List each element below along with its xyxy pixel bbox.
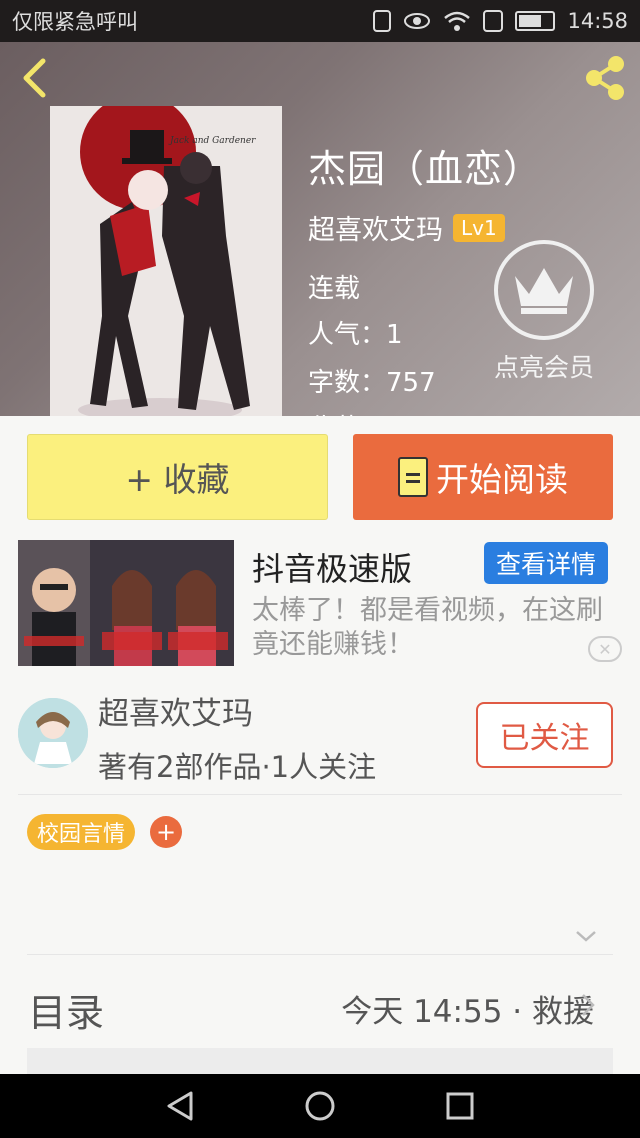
share-icon [586,56,624,100]
book-cover[interactable]: Jack and Gardener [50,106,282,416]
status-bar: 仅限紧急呼叫 14:58 [0,0,640,42]
recents-square-icon[interactable] [443,1089,477,1123]
system-nav-bar [0,1074,640,1138]
book-favorites: 收藏：0 [308,408,403,416]
book-header: Jack and Gardener 杰园（血恋） 超喜欢艾玛 Lv1 连载 人气… [0,42,640,416]
back-button[interactable] [14,56,54,100]
add-tag-button[interactable]: + [150,816,182,848]
level-badge: Lv1 [453,213,505,242]
eye-icon [404,13,431,29]
toc-latest-chapter[interactable]: 今天 14:55 · 救援 [341,986,594,1031]
start-reading-label: 开始阅读 [436,460,568,499]
ad-close-button[interactable]: ✕ [588,636,622,662]
plus-icon: + [155,818,177,846]
ad-image[interactable] [18,540,234,666]
chevron-right-icon [582,994,595,1016]
author-avatar[interactable] [18,698,88,768]
divider [27,954,613,955]
book-author[interactable]: 超喜欢艾玛 [308,208,443,247]
toc-arrow[interactable] [578,992,598,1018]
author-card-stats: 著有2部作品·1人关注 [98,750,377,784]
toc-label[interactable]: 目录 [28,982,104,1037]
ad-description: 太棒了！都是看视频，在这刷竟还能赚钱！ [252,595,603,660]
expand-button[interactable] [574,926,598,946]
close-icon: ✕ [598,639,612,659]
share-button[interactable] [580,54,630,102]
author-card-name[interactable]: 超喜欢艾玛 [98,688,253,733]
content-strip [27,1048,613,1074]
book-icon [398,457,428,497]
back-triangle-icon[interactable] [163,1089,197,1123]
avatar-image [18,698,88,768]
divider [18,794,622,795]
book-popularity: 人气：1 [308,320,403,350]
vibrate-icon [373,10,392,32]
start-reading-button[interactable]: 开始阅读 [353,434,613,520]
battery-icon [515,11,556,31]
sim-icon [483,10,504,32]
ad-thumbnail [18,540,234,666]
carrier-text: 仅限紧急呼叫 [12,10,138,34]
vip-label: 点亮会员 [493,353,594,382]
wifi-icon [444,11,471,31]
cover-caption: Jack and Gardener [170,136,256,146]
crown-icon [515,268,573,314]
book-status: 连载 [308,274,361,304]
collect-button[interactable]: + 收藏 [27,434,328,520]
chevron-down-icon [576,931,596,942]
ad-title[interactable]: 抖音极速版 [252,544,412,590]
status-time: 14:58 [567,9,628,33]
book-word-count: 字数：757 [308,368,436,398]
book-title: 杰园（血恋） [308,147,543,191]
chevron-left-icon [23,58,46,98]
cover-illustration [50,106,282,416]
follow-button[interactable]: 已关注 [476,702,613,768]
ad-details-button[interactable]: 查看详情 [484,542,608,584]
home-circle-icon[interactable] [303,1089,337,1123]
tag-chip[interactable]: 校园言情 [27,814,136,850]
vip-button[interactable]: 点亮会员 [486,240,602,384]
